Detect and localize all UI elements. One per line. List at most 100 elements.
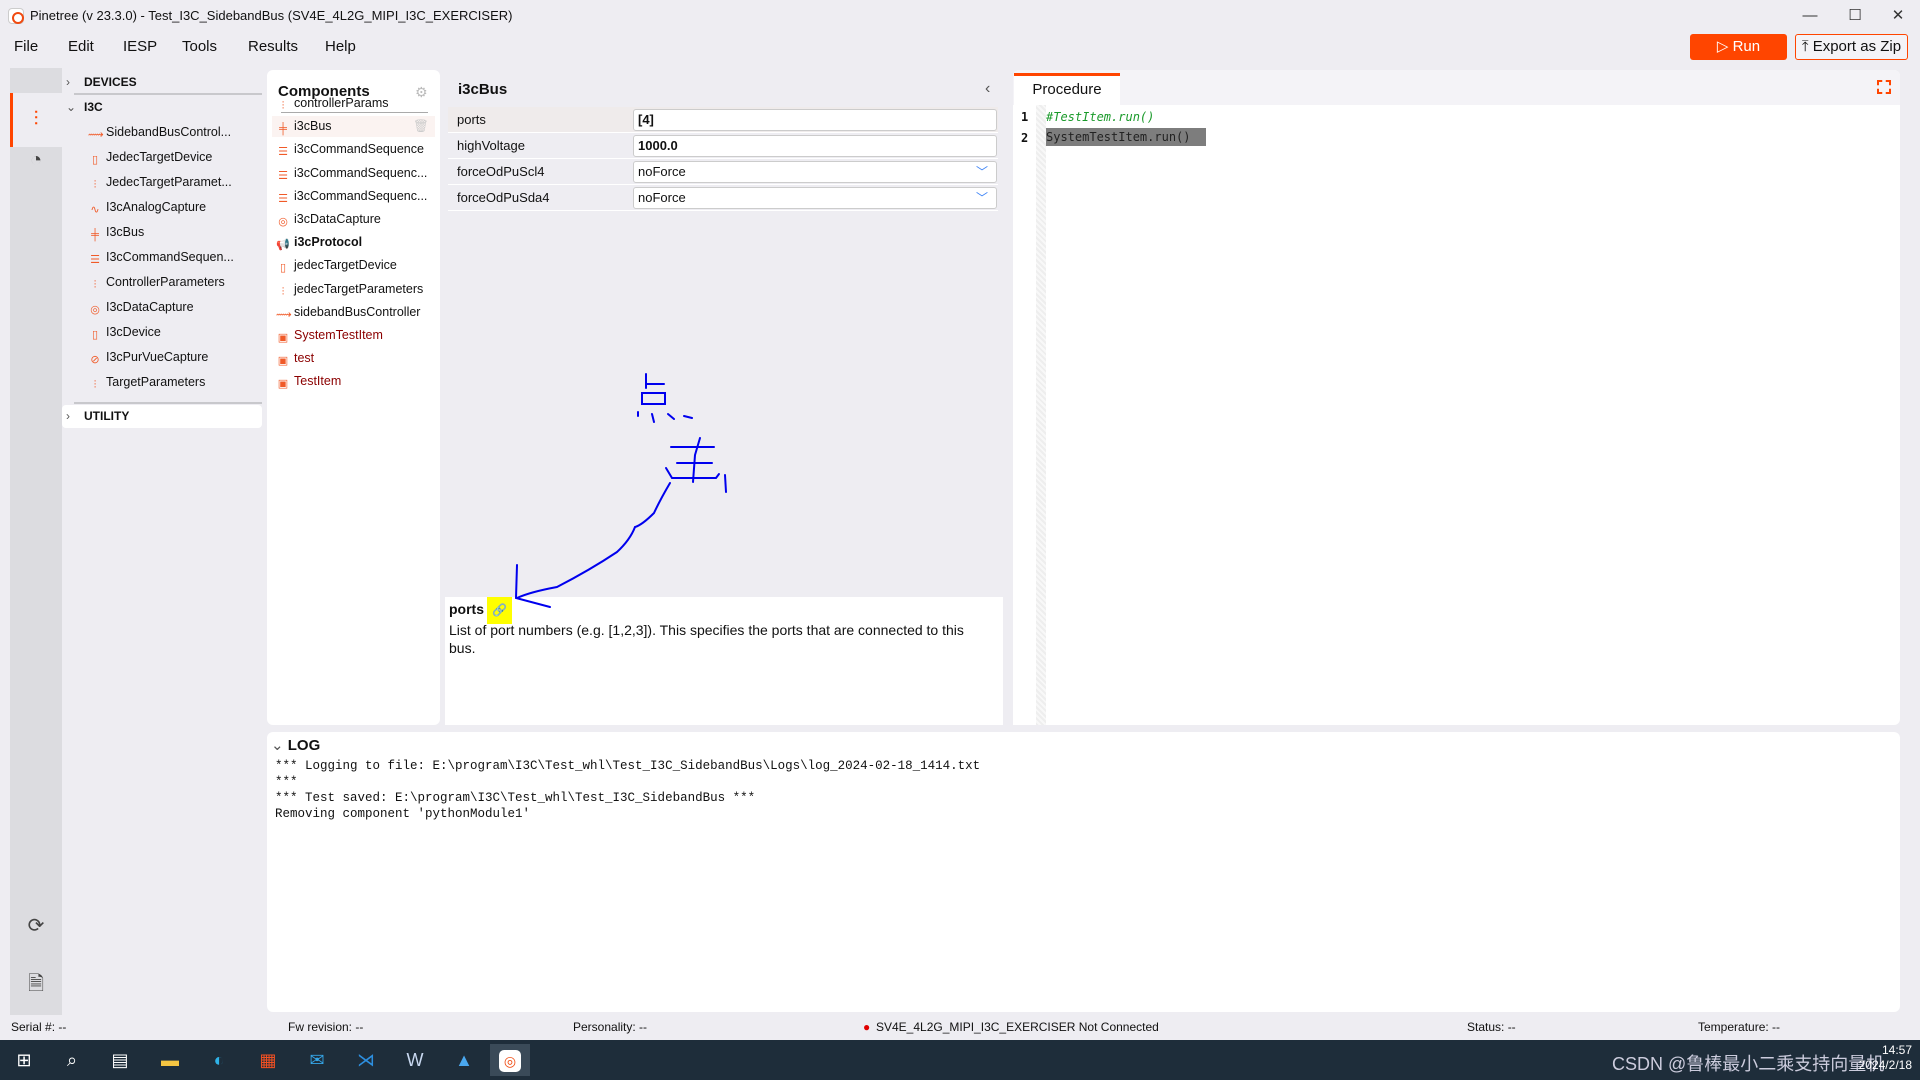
library-item[interactable]: ⟿ SidebandBusControl... xyxy=(88,125,231,142)
export-zip-button[interactable]: ⤒ Export as Zip xyxy=(1795,34,1908,60)
log-header[interactable]: ⌄ LOG xyxy=(271,736,320,754)
component-item[interactable]: ⟿ sidebandBusController xyxy=(272,302,435,323)
section-devices[interactable]: › DEVICES xyxy=(66,75,137,89)
minimize-button[interactable]: — xyxy=(1790,4,1830,28)
edge-browser-icon[interactable]: ◐ xyxy=(199,1044,239,1076)
parameters-icon: ⫶ xyxy=(93,179,97,191)
trash-icon[interactable]: 🗑 xyxy=(413,116,429,137)
library-item[interactable]: ╪ I3cBus xyxy=(88,225,144,242)
property-row-highvoltage[interactable]: highVoltage 1000.0 xyxy=(448,133,998,159)
component-label: SystemTestItem xyxy=(294,328,383,342)
component-label: jedecTargetDevice xyxy=(294,258,397,273)
section-utility-row[interactable]: › UTILITY xyxy=(62,405,262,428)
word-icon[interactable]: W xyxy=(395,1044,435,1076)
task-view-icon[interactable]: ▤ xyxy=(100,1044,140,1076)
component-icon: ⫶ xyxy=(281,100,285,112)
close-button[interactable]: ✕ xyxy=(1878,4,1918,28)
forceodpuscl4-select[interactable]: noForce ﹀ xyxy=(633,161,997,183)
component-item[interactable]: ▯ jedecTargetDevice xyxy=(272,255,435,276)
component-item[interactable]: ╪ i3cBus 🗑 xyxy=(272,116,435,138)
component-item[interactable]: ▣ SystemTestItem xyxy=(272,325,435,346)
results-pie-icon[interactable]: ◔ xyxy=(24,148,48,172)
vscode-icon[interactable]: ⋊ xyxy=(346,1044,386,1076)
line-number: 2 xyxy=(1021,131,1029,145)
component-item[interactable]: ☰ i3cCommandSequence xyxy=(272,139,435,160)
component-item[interactable]: ▣ test xyxy=(272,348,435,369)
property-row-forceodpusda4[interactable]: forceOdPuSda4 noForce ﹀ xyxy=(448,185,998,211)
library-item[interactable]: ☰ I3cCommandSequen... xyxy=(88,250,234,267)
section-i3c[interactable]: ⌄ I3C xyxy=(66,100,103,114)
property-description: ports 🔗 List of port numbers (e.g. [1,2,… xyxy=(445,597,1003,725)
personality-status: Personality: -- xyxy=(573,1020,648,1034)
component-icon: ⫶ xyxy=(281,285,285,298)
document-icon[interactable]: 🗎 xyxy=(24,972,48,996)
library-item[interactable]: ⫶ JedecTargetParamet... xyxy=(88,175,232,192)
component-label: i3cBus xyxy=(294,119,332,134)
library-item[interactable]: ▯ JedecTargetDevice xyxy=(88,150,212,167)
component-item[interactable]: ⫶ jedecTargetParameters xyxy=(272,279,435,300)
windows-start-icon[interactable]: ⊞ xyxy=(4,1044,44,1076)
refresh-icon[interactable]: ⟳ xyxy=(24,914,48,938)
property-row-forceodpuscl4[interactable]: forceOdPuScl4 noForce ﹀ xyxy=(448,159,998,185)
library-item[interactable]: ◎ I3cDataCapture xyxy=(88,300,194,317)
component-icon: ☰ xyxy=(278,146,288,159)
maximize-button[interactable]: ☐ xyxy=(1835,4,1875,28)
component-icon: ⟿ xyxy=(276,308,292,321)
code-line-selected[interactable]: SystemTestItem.run() xyxy=(1046,128,1206,146)
library-item[interactable]: ▯ I3cDevice xyxy=(88,325,161,342)
highvoltage-input[interactable]: 1000.0 xyxy=(633,135,997,157)
menu-help[interactable]: Help xyxy=(325,38,356,55)
section-utility[interactable]: › UTILITY xyxy=(66,409,129,423)
component-label: jedecTargetParameters xyxy=(294,281,424,296)
component-item[interactable]: ☰ i3cCommandSequenc... xyxy=(272,186,435,207)
parameters-icon: ⫶ xyxy=(93,379,97,391)
library-item[interactable]: ⊘ I3cPurVueCapture xyxy=(88,350,208,367)
fullscreen-icon[interactable] xyxy=(1877,80,1891,94)
link-icon[interactable]: 🔗 xyxy=(487,597,512,624)
menu-results[interactable]: Results xyxy=(248,38,298,55)
tab-strip xyxy=(1013,70,1900,105)
component-icon: ☰ xyxy=(278,169,288,182)
section-label: UTILITY xyxy=(84,409,130,423)
code-line-comment[interactable]: #TestItem.run() xyxy=(1046,110,1154,124)
connection-dot-icon: ● xyxy=(863,1020,871,1034)
component-item[interactable]: 📢 i3cProtocol xyxy=(272,232,435,253)
library-item[interactable]: ⫶ ControllerParameters xyxy=(88,275,225,292)
file-explorer-icon[interactable]: ▬ xyxy=(150,1044,190,1076)
mail-icon[interactable]: ✉ xyxy=(297,1044,337,1076)
ports-input[interactable]: [4] xyxy=(633,109,997,131)
collapse-chevron-icon[interactable]: ‹ xyxy=(985,80,990,98)
data-capture-icon: ◎ xyxy=(90,304,100,316)
library-item[interactable]: ∿ I3cAnalogCapture xyxy=(88,200,206,217)
component-icon: ▣ xyxy=(277,355,289,368)
pinetree-app-icon[interactable]: ◎ xyxy=(490,1044,530,1076)
chevron-right-icon: › xyxy=(66,409,70,423)
property-row-ports[interactable]: ports [4] xyxy=(448,107,998,133)
components-panel: Components ⚙ ⫶ controllerParams ╪ i3cBus 🗑 ☰ i… xyxy=(267,70,440,725)
device-connection-status: SV4E_4L2G_MIPI_I3C_EXERCISER Not Connect… xyxy=(876,1020,1159,1034)
photos-icon[interactable]: ▲ xyxy=(444,1044,484,1076)
run-button[interactable]: ▷ Run xyxy=(1690,34,1787,60)
select-value: noForce xyxy=(638,164,686,179)
component-item[interactable]: ⫶ controllerParams xyxy=(272,93,435,114)
library-item[interactable]: ⫶ TargetParameters xyxy=(88,375,206,392)
device-state-status: Status: -- xyxy=(1467,1020,1516,1034)
menu-edit[interactable]: Edit xyxy=(68,38,94,55)
menu-iesp[interactable]: IESP xyxy=(123,38,157,55)
component-item[interactable]: ▣ TestItem xyxy=(272,371,435,392)
component-library: › DEVICES ⌄ I3C ⟿ SidebandBusControl... ▯ Jed… xyxy=(62,68,262,1015)
component-label: test xyxy=(294,351,315,366)
component-item[interactable]: ☰ i3cCommandSequenc... xyxy=(272,163,435,184)
component-item[interactable]: ◎ i3cDataCapture xyxy=(272,209,435,230)
search-icon[interactable]: ⌕ xyxy=(52,1044,92,1076)
menu-file[interactable]: File xyxy=(14,38,38,55)
store-icon[interactable]: ▦ xyxy=(248,1044,288,1076)
app-logo-icon xyxy=(8,8,24,24)
tab-procedure[interactable]: Procedure xyxy=(1014,73,1120,105)
menu-tools[interactable]: Tools xyxy=(182,38,217,55)
left-icon-rail: ⫶ ◔ ⟳ 🗎 xyxy=(10,68,62,1015)
library-item-label: I3cDataCapture xyxy=(106,300,194,314)
forceodpusda4-select[interactable]: noForce ﹀ xyxy=(633,187,997,209)
rail-tab-components[interactable]: ⫶ xyxy=(10,93,62,147)
window-title: Pinetree (v 23.3.0) - Test_I3C_SidebandB… xyxy=(30,8,513,23)
